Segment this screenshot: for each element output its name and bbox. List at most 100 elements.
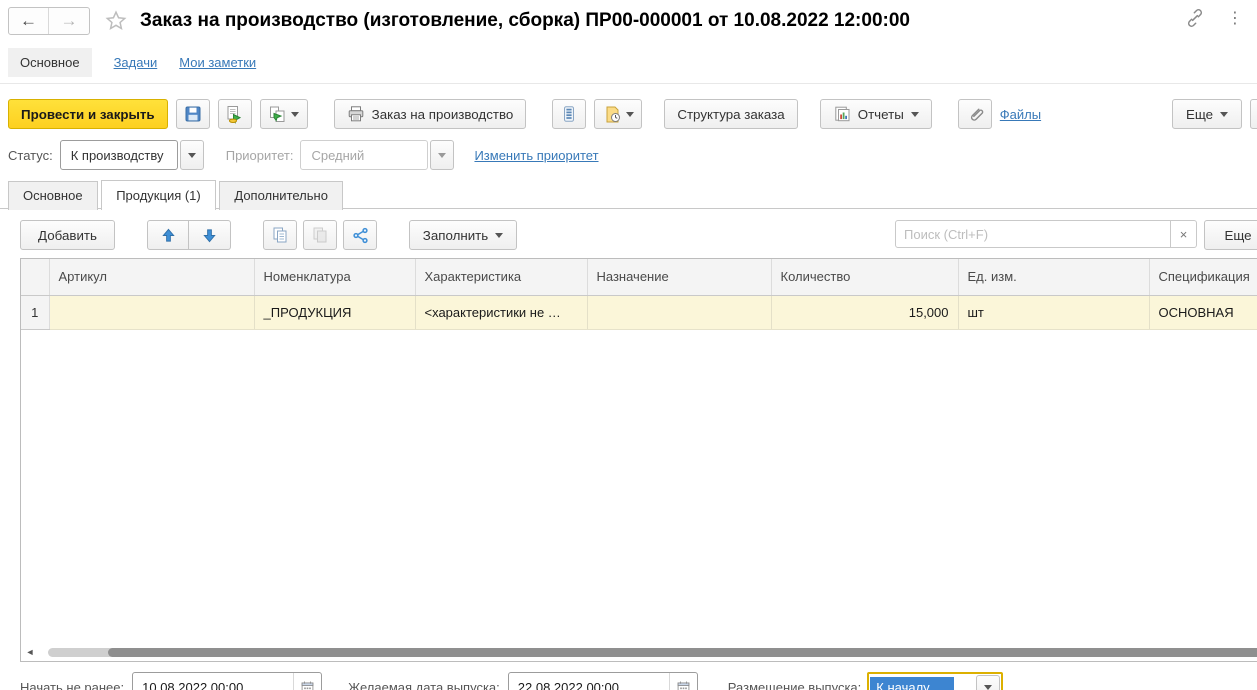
cell-quantity[interactable]: 15,000 bbox=[771, 295, 959, 330]
status-row: Статус: К производству Приоритет: Средни… bbox=[0, 138, 1257, 172]
nav-item-notes[interactable]: Мои заметки bbox=[179, 55, 256, 70]
status-value[interactable]: К производству bbox=[59, 140, 178, 170]
share-structure-button[interactable] bbox=[343, 220, 377, 250]
placement-value-selected[interactable]: К началу bbox=[870, 676, 955, 690]
cell-articul[interactable] bbox=[49, 295, 255, 330]
col-characteristic[interactable]: Характеристика bbox=[415, 259, 588, 296]
cell-characteristic[interactable]: <характеристики не … bbox=[415, 295, 588, 330]
files-link[interactable]: Файлы bbox=[1000, 107, 1041, 122]
desired-date-value[interactable]: 22.08.2022 00:00 bbox=[509, 680, 669, 690]
copy-icon bbox=[271, 226, 289, 244]
cell-rownum[interactable]: 1 bbox=[21, 295, 50, 330]
dropdown-caret bbox=[1220, 111, 1229, 117]
tab-products[interactable]: Продукция (1) bbox=[101, 180, 216, 210]
col-nomenclature[interactable]: Номенклатура bbox=[254, 259, 416, 296]
reports-label: Отчеты bbox=[857, 106, 904, 122]
grid-more-button[interactable]: Еще bbox=[1204, 220, 1257, 250]
favorite-star-icon[interactable] bbox=[104, 9, 128, 33]
search-input[interactable] bbox=[895, 220, 1171, 248]
toolbar-more-button[interactable]: Еще bbox=[1172, 99, 1242, 129]
priority-label: Приоритет: bbox=[225, 147, 294, 163]
report-chart-icon bbox=[833, 105, 851, 123]
scrollbar-thumb[interactable] bbox=[108, 647, 1257, 657]
more-menu-icon[interactable]: ⋮ bbox=[1223, 8, 1247, 28]
fill-label: Заполнить bbox=[422, 227, 489, 243]
reports-button[interactable]: Отчеты bbox=[819, 99, 932, 129]
placement-dropdown-button[interactable] bbox=[976, 675, 1001, 690]
tab-main[interactable]: Основное bbox=[8, 180, 98, 210]
paperclip-icon bbox=[966, 105, 984, 123]
grid-more-label: Еще bbox=[1224, 227, 1252, 243]
col-purpose[interactable]: Назначение bbox=[587, 259, 772, 296]
move-up-button[interactable] bbox=[147, 220, 189, 250]
history-nav: ← → bbox=[8, 7, 90, 35]
paste-icon bbox=[311, 226, 329, 244]
arrow-up-icon bbox=[161, 228, 176, 243]
desired-date-field[interactable]: 22.08.2022 00:00 bbox=[507, 672, 698, 690]
start-date-value[interactable]: 10.08.2022 00:00 bbox=[133, 680, 293, 690]
clear-search-button[interactable]: × bbox=[1171, 220, 1197, 248]
priority-combobox: Средний bbox=[300, 140, 455, 170]
cell-specification[interactable]: ОСНОВНАЯ bbox=[1149, 295, 1257, 330]
registers-button[interactable] bbox=[552, 99, 587, 129]
priority-dropdown-button bbox=[430, 140, 455, 170]
list-icon bbox=[560, 105, 578, 123]
schedule-button[interactable] bbox=[594, 99, 643, 129]
forward-button[interactable]: → bbox=[49, 8, 89, 34]
calendar-icon[interactable] bbox=[293, 673, 321, 690]
get-link-icon[interactable] bbox=[1185, 8, 1205, 28]
save-button[interactable] bbox=[175, 99, 210, 129]
dropdown-caret bbox=[625, 111, 634, 117]
scrollbar-track[interactable] bbox=[36, 647, 1257, 657]
col-rownum[interactable] bbox=[21, 259, 50, 296]
page-title: Заказ на производство (изготовление, сбо… bbox=[140, 10, 910, 31]
create-based-on-button[interactable] bbox=[259, 99, 308, 129]
add-row-button[interactable]: Добавить bbox=[20, 220, 115, 250]
tab-extra[interactable]: Дополнительно bbox=[219, 180, 343, 210]
back-button[interactable]: ← bbox=[9, 8, 49, 34]
copy-row-button[interactable] bbox=[263, 220, 297, 250]
cell-nomenclature[interactable]: _ПРОДУКЦИЯ bbox=[254, 295, 416, 330]
post-and-close-button[interactable]: Провести и закрыть bbox=[8, 99, 168, 129]
create-based-on-icon bbox=[268, 105, 287, 124]
col-quantity[interactable]: Количество bbox=[771, 259, 959, 296]
start-date-label: Начать не ранее: bbox=[20, 679, 125, 690]
col-specification[interactable]: Спецификация bbox=[1149, 259, 1257, 296]
print-order-button[interactable]: Заказ на производство bbox=[333, 99, 527, 129]
save-icon bbox=[184, 105, 202, 123]
order-structure-button[interactable]: Структура заказа bbox=[664, 99, 798, 129]
products-grid: Артикул Номенклатура Характеристика Назн… bbox=[20, 258, 1257, 662]
move-down-button[interactable] bbox=[189, 220, 231, 250]
help-button-cut[interactable] bbox=[1250, 99, 1257, 129]
titlebar: ← → Заказ на производство (изготовление,… bbox=[0, 0, 1257, 42]
table-row[interactable]: 1 _ПРОДУКЦИЯ <характеристики не … 15,000… bbox=[21, 295, 1257, 330]
cell-unit[interactable]: шт bbox=[958, 295, 1150, 330]
fill-button[interactable]: Заполнить bbox=[409, 220, 517, 250]
post-document-icon bbox=[225, 105, 244, 124]
arrow-down-icon bbox=[202, 228, 217, 243]
status-dropdown-button[interactable] bbox=[179, 140, 204, 170]
col-articul[interactable]: Артикул bbox=[49, 259, 255, 296]
change-priority-link[interactable]: Изменить приоритет bbox=[474, 148, 598, 163]
attachments-button[interactable] bbox=[957, 99, 992, 129]
placement-combobox[interactable]: К началу bbox=[867, 672, 1004, 690]
share-icon bbox=[352, 227, 369, 244]
footer-fields: Начать не ранее: 10.08.2022 00:00 Желаем… bbox=[0, 670, 1257, 690]
calendar-icon[interactable] bbox=[668, 673, 697, 690]
scroll-left-arrow[interactable]: ◄ bbox=[24, 646, 36, 658]
col-unit[interactable]: Ед. изм. bbox=[958, 259, 1150, 296]
status-combobox[interactable]: К производству bbox=[59, 140, 204, 170]
horizontal-scrollbar[interactable]: ◄ bbox=[24, 646, 1257, 658]
grid-toolbar: Добавить Заполнить × bbox=[0, 216, 1257, 254]
nav-item-main[interactable]: Основное bbox=[8, 48, 92, 77]
tab-strip: Основное Продукция (1) Дополнительно bbox=[0, 180, 1257, 210]
status-label: Статус: bbox=[8, 147, 53, 163]
post-document-button[interactable] bbox=[217, 99, 252, 129]
desired-date-label: Желаемая дата выпуска: bbox=[348, 679, 500, 690]
start-date-field[interactable]: 10.08.2022 00:00 bbox=[132, 672, 323, 690]
dropdown-caret bbox=[910, 111, 919, 117]
cell-purpose[interactable] bbox=[587, 295, 772, 330]
navigation-row: Основное Задачи Мои заметки bbox=[0, 42, 1257, 84]
printer-icon bbox=[347, 105, 365, 123]
nav-item-tasks[interactable]: Задачи bbox=[114, 55, 158, 70]
